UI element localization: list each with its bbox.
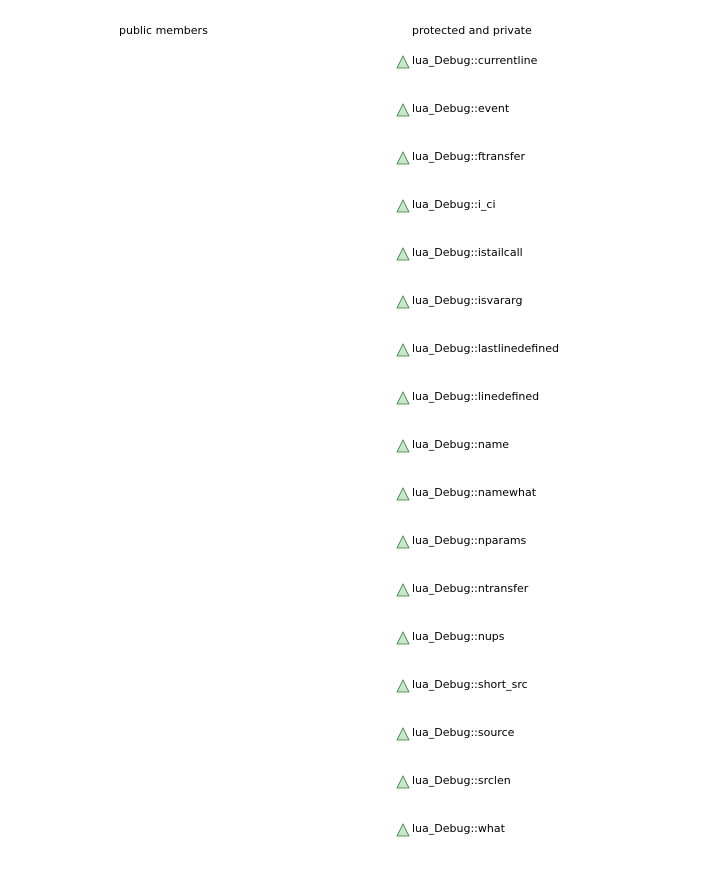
protected-member-triangle-icon bbox=[396, 151, 410, 165]
member-name[interactable]: lua_Debug::ntransfer bbox=[412, 582, 528, 596]
member-name[interactable]: lua_Debug::event bbox=[412, 102, 509, 116]
protected-member-triangle-icon bbox=[396, 343, 410, 357]
protected-member-triangle-icon bbox=[396, 247, 410, 261]
protected-member-triangle-icon bbox=[396, 103, 410, 117]
protected-member-triangle-icon bbox=[396, 535, 410, 549]
protected-member-triangle-icon bbox=[396, 391, 410, 405]
member-name[interactable]: lua_Debug::currentline bbox=[412, 54, 537, 68]
member-name[interactable]: lua_Debug::what bbox=[412, 822, 505, 836]
member-name[interactable]: lua_Debug::source bbox=[412, 726, 514, 740]
member-name[interactable]: lua_Debug::isvararg bbox=[412, 294, 522, 308]
member-name[interactable]: lua_Debug::i_ci bbox=[412, 198, 496, 212]
member-name[interactable]: lua_Debug::nups bbox=[412, 630, 505, 644]
member-name[interactable]: lua_Debug::ftransfer bbox=[412, 150, 525, 164]
member-name[interactable]: lua_Debug::lastlinedefined bbox=[412, 342, 559, 356]
protected-member-triangle-icon bbox=[396, 775, 410, 789]
protected-member-triangle-icon bbox=[396, 55, 410, 69]
protected-member-triangle-icon bbox=[396, 631, 410, 645]
member-name[interactable]: lua_Debug::short_src bbox=[412, 678, 528, 692]
protected-member-triangle-icon bbox=[396, 439, 410, 453]
member-name[interactable]: lua_Debug::namewhat bbox=[412, 486, 536, 500]
member-name[interactable]: lua_Debug::istailcall bbox=[412, 246, 523, 260]
protected-member-triangle-icon bbox=[396, 295, 410, 309]
protected-member-triangle-icon bbox=[396, 679, 410, 693]
member-name[interactable]: lua_Debug::srclen bbox=[412, 774, 511, 788]
member-name[interactable]: lua_Debug::linedefined bbox=[412, 390, 539, 404]
protected-member-triangle-icon bbox=[396, 487, 410, 501]
protected-private-members-header: protected and private bbox=[412, 24, 532, 37]
member-name[interactable]: lua_Debug::name bbox=[412, 438, 509, 452]
public-members-header: public members bbox=[119, 24, 208, 37]
protected-member-triangle-icon bbox=[396, 199, 410, 213]
protected-member-triangle-icon bbox=[396, 583, 410, 597]
protected-member-triangle-icon bbox=[396, 727, 410, 741]
protected-member-triangle-icon bbox=[396, 823, 410, 837]
member-name[interactable]: lua_Debug::nparams bbox=[412, 534, 526, 548]
